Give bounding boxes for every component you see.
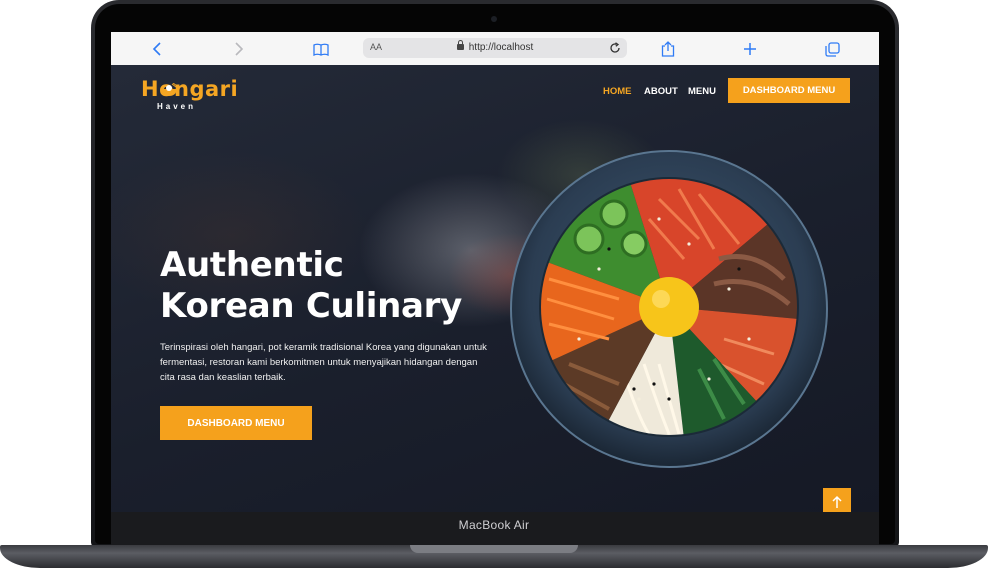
hero-title: Authentic Korean Culinary bbox=[160, 245, 490, 327]
bookmarks-icon[interactable] bbox=[311, 39, 331, 59]
back-icon[interactable] bbox=[147, 39, 167, 59]
nav-menu-link[interactable]: MENU bbox=[688, 86, 716, 97]
screen: AA http://localhost Hongari Haven HOME A… bbox=[111, 32, 879, 512]
hero-description: Terinspirasi oleh hangari, pot keramik t… bbox=[160, 342, 487, 383]
dashboard-menu-button-hero[interactable]: DASHBOARD MENU bbox=[160, 406, 312, 440]
new-tab-icon[interactable] bbox=[740, 39, 760, 59]
url-text: http://localhost bbox=[468, 42, 534, 53]
bibimbap-image bbox=[510, 150, 828, 468]
nav-home-link[interactable]: HOME bbox=[603, 86, 632, 97]
address-bar[interactable]: AA http://localhost bbox=[363, 38, 627, 58]
reload-icon[interactable] bbox=[609, 41, 621, 59]
bowl-icon bbox=[161, 83, 178, 96]
lock-icon bbox=[456, 40, 464, 50]
nav-menu[interactable]: MENU bbox=[688, 79, 716, 103]
scroll-to-top-button[interactable] bbox=[823, 488, 851, 512]
share-icon[interactable] bbox=[658, 39, 678, 59]
logo[interactable]: Hongari Haven bbox=[141, 77, 251, 113]
hero-title-line2: Korean Culinary bbox=[160, 286, 462, 326]
nav-about-link[interactable]: ABOUT bbox=[644, 86, 678, 97]
forward-icon[interactable] bbox=[229, 39, 249, 59]
dashboard-menu-button-nav[interactable]: DASHBOARD MENU bbox=[728, 78, 850, 103]
nav-about[interactable]: ABOUT bbox=[644, 79, 678, 103]
nav-home[interactable]: HOME bbox=[603, 79, 632, 103]
hero-title-line1: Authentic bbox=[160, 245, 344, 285]
arrow-up-icon bbox=[832, 495, 842, 508]
device-label: MacBook Air bbox=[458, 518, 530, 532]
browser-toolbar: AA http://localhost bbox=[111, 32, 879, 66]
logo-text: Hongari bbox=[141, 77, 239, 101]
laptop-notch bbox=[410, 545, 578, 553]
hero-section: Hongari Haven HOME ABOUT MENU DASHBOARD … bbox=[111, 65, 879, 512]
logo-subtitle: Haven bbox=[157, 102, 197, 111]
camera-icon bbox=[491, 16, 497, 22]
tabs-icon[interactable] bbox=[822, 39, 842, 59]
